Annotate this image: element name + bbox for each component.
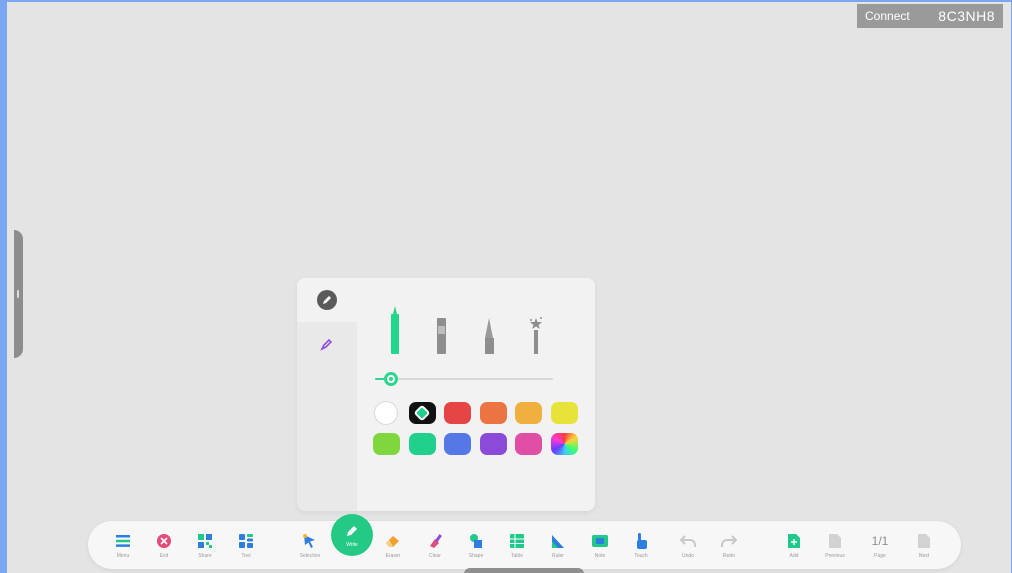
toolbar-exit-label: Exit: [159, 552, 169, 559]
toolbar-next-button[interactable]: Next: [904, 521, 944, 569]
table-icon: [508, 532, 526, 550]
connect-code: 8C3NH8: [938, 8, 995, 24]
share-qr-icon: [196, 532, 214, 550]
pen-icon: [317, 290, 337, 310]
toolbar-add-button[interactable]: Add: [774, 521, 814, 569]
selected-color-indicator: [413, 404, 431, 422]
pen-size-slider[interactable]: [375, 372, 553, 386]
broom-icon: [426, 532, 444, 550]
toolbar-add-label: Add: [789, 552, 799, 559]
toolbar-shape-label: Shape: [468, 552, 484, 559]
toolbar-clear-label: Clear: [429, 552, 441, 559]
pen-size-slider-thumb[interactable]: [384, 372, 398, 386]
toolbar-selection-label: Selection: [299, 552, 321, 559]
shapes-icon: [467, 532, 485, 550]
toolbar-menu-label: Menu: [116, 552, 130, 559]
close-circle-icon: [155, 532, 173, 550]
add-page-icon: [785, 532, 803, 550]
toolbar-page-button[interactable]: 1/1 Page: [860, 521, 900, 569]
note-icon: [591, 532, 609, 550]
previous-page-icon: [826, 532, 844, 550]
color-swatch-custom[interactable]: [550, 433, 578, 455]
eraser-icon: [384, 532, 402, 550]
toolbar-share-label: Share: [198, 552, 212, 559]
toolbar-undo-label: Undo: [682, 552, 694, 559]
toolbar-next-label: Next: [918, 552, 930, 559]
toolbar-shape-button[interactable]: Shape: [456, 521, 496, 569]
toolbar-undo-button[interactable]: Undo: [668, 521, 708, 569]
color-swatch[interactable]: [444, 433, 472, 455]
toolbar-share-button[interactable]: Share: [185, 521, 225, 569]
brush-pen-icon: [485, 318, 494, 354]
pen-settings-panel: [297, 278, 595, 511]
marker-pen-option[interactable]: [379, 304, 409, 360]
tab-pen[interactable]: [297, 278, 357, 322]
bottom-toolbar: Menu Exit Share Tool Selection Write Eraser Cle…: [88, 514, 961, 569]
color-swatch[interactable]: [479, 402, 507, 424]
toolbar-write-button[interactable]: Write: [331, 514, 373, 556]
toolbar-write-label: Write: [346, 542, 358, 548]
toolbar-clear-button[interactable]: Clear: [415, 521, 455, 569]
highlighter-icon: [317, 334, 337, 354]
toolbar-touch-label: Touch: [634, 552, 648, 559]
toolbar-page-label: Page: [874, 552, 886, 559]
toolbar-redo-label: Redo: [723, 552, 735, 559]
toolbar-selection-button[interactable]: Selection: [290, 521, 330, 569]
brush-pen-option[interactable]: [474, 304, 504, 360]
color-swatch[interactable]: [515, 402, 543, 424]
toolbar-eraser-button[interactable]: Eraser: [373, 521, 413, 569]
toolbar-ruler-button[interactable]: Ruler: [538, 521, 578, 569]
color-swatch[interactable]: [408, 402, 436, 424]
marker-pen-icon: [391, 306, 399, 354]
color-swatch[interactable]: [479, 433, 507, 455]
magic-pen-option[interactable]: [521, 304, 551, 360]
undo-icon: [679, 532, 697, 550]
magic-pen-icon: [530, 317, 542, 354]
toolbar-note-button[interactable]: Note: [580, 521, 620, 569]
grip-icon: [17, 290, 19, 298]
color-swatch[interactable]: [444, 402, 472, 424]
color-swatch[interactable]: [408, 433, 436, 455]
redo-icon: [720, 532, 738, 550]
toolbar-note-label: Note: [594, 552, 606, 559]
color-palette: [373, 401, 583, 455]
color-swatch[interactable]: [374, 401, 398, 425]
toolbar-redo-button[interactable]: Redo: [709, 521, 749, 569]
side-drawer-handle[interactable]: [14, 230, 23, 358]
toolbar-eraser-label: Eraser: [385, 552, 401, 559]
chisel-pen-icon: [437, 318, 446, 354]
ruler-icon: [549, 532, 567, 550]
connect-label: Connect: [865, 9, 910, 23]
whiteboard-canvas[interactable]: Connect 8C3NH8 Menu Exit Share Tool Sele…: [0, 0, 1012, 573]
toolbar-previous-button[interactable]: Previous: [815, 521, 855, 569]
cursor-icon: [301, 532, 319, 550]
toolbar-table-button[interactable]: Table: [497, 521, 537, 569]
toolbar-tool-button[interactable]: Tool: [226, 521, 266, 569]
connect-badge[interactable]: Connect 8C3NH8: [857, 4, 1003, 28]
menu-icon: [114, 532, 132, 550]
color-swatch[interactable]: [373, 433, 400, 455]
pen-type-selector: [377, 304, 577, 360]
color-swatch[interactable]: [515, 433, 543, 455]
toolbar-ruler-label: Ruler: [552, 552, 564, 559]
toolbar-tool-label: Tool: [241, 552, 251, 559]
apps-icon: [237, 532, 255, 550]
page-count: 1/1: [871, 533, 889, 548]
pen-icon: [343, 522, 361, 540]
toolbar-exit-button[interactable]: Exit: [144, 521, 184, 569]
color-swatch[interactable]: [550, 402, 578, 424]
toolbar-touch-button[interactable]: Touch: [621, 521, 661, 569]
next-page-icon: [915, 532, 933, 550]
tab-highlighter[interactable]: [297, 322, 357, 366]
toolbar-table-label: Table: [511, 552, 523, 559]
chisel-pen-option[interactable]: [426, 304, 456, 360]
hand-pointer-icon: [632, 532, 650, 550]
toolbar-menu-button[interactable]: Menu: [103, 521, 143, 569]
toolbar-previous-label: Previous: [825, 552, 845, 559]
bottom-drawer-handle[interactable]: [464, 568, 584, 573]
